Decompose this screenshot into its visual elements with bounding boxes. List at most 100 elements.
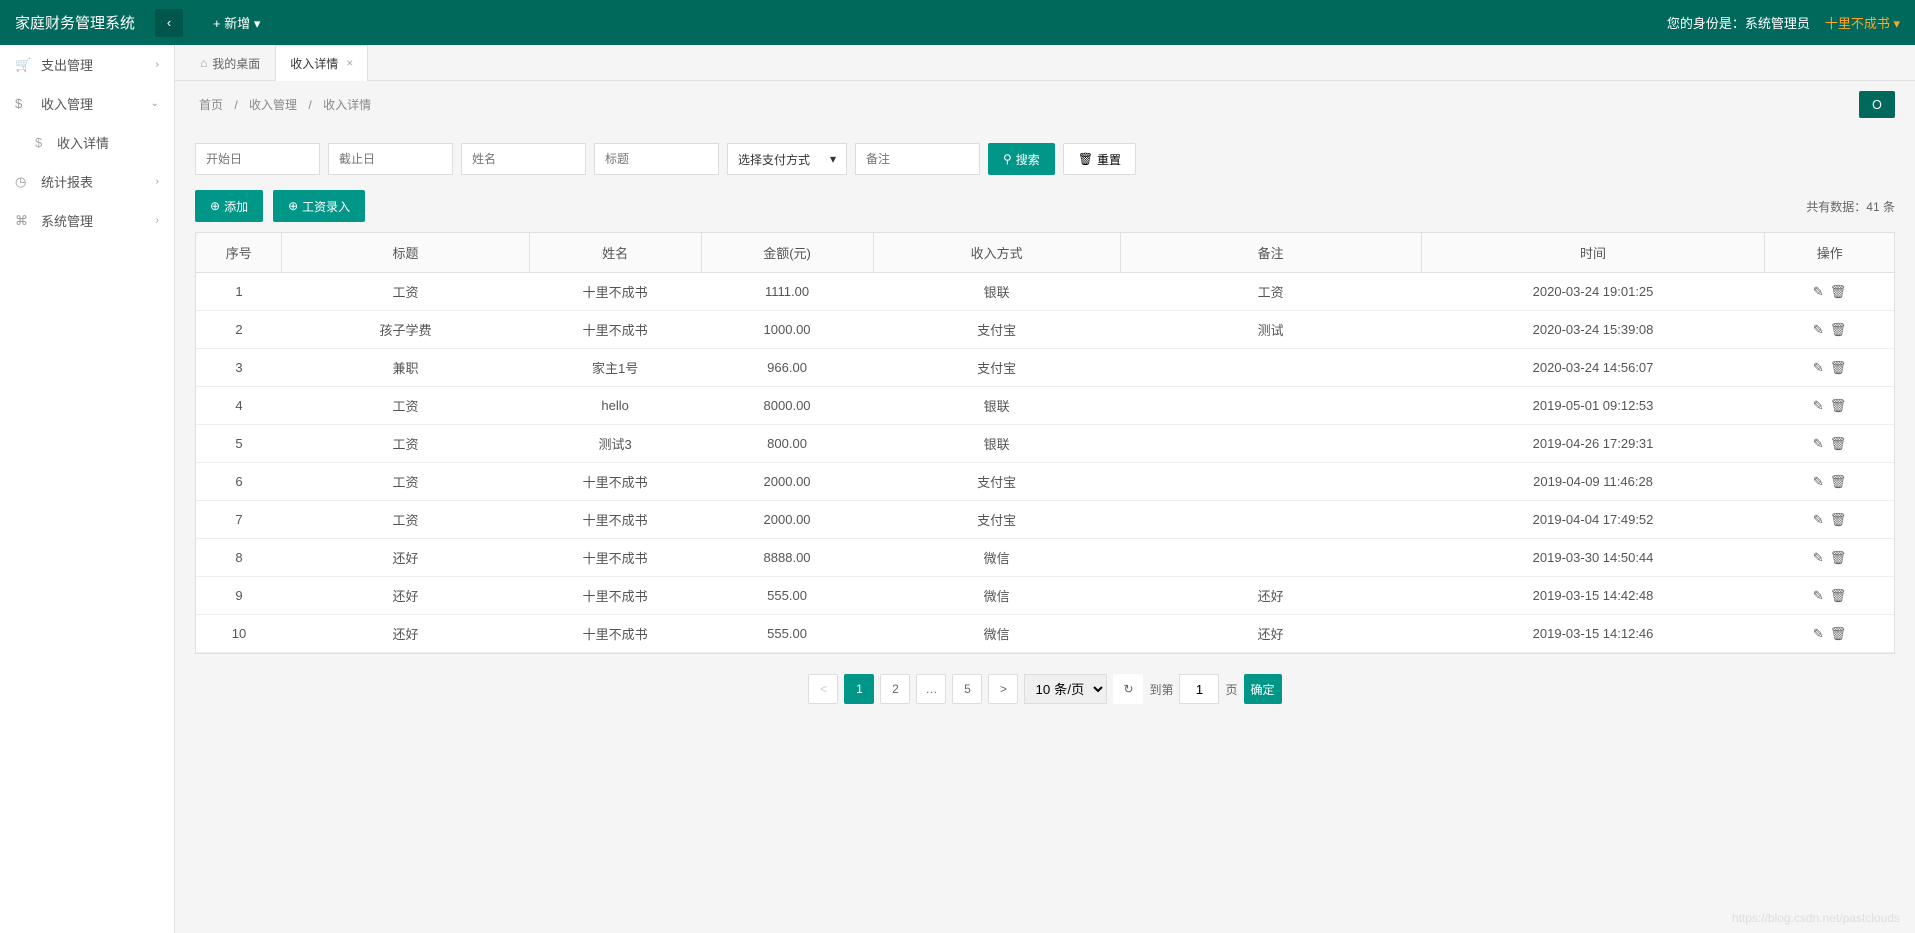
table-cell: 十里不成书 <box>529 615 701 653</box>
table-row: 2孩子学费十里不成书1000.00支付宝测试2020-03-24 15:39:0… <box>196 311 1894 349</box>
breadcrumb-item[interactable]: 收入管理 <box>249 98 297 112</box>
page-…[interactable]: … <box>916 674 946 704</box>
table-cell: 2 <box>196 311 282 349</box>
table-cell: 还好 <box>1120 577 1421 615</box>
table-cell: 5 <box>196 425 282 463</box>
edit-icon[interactable]: ✎ <box>1813 550 1824 565</box>
table-cell: 2019-04-09 11:46:28 <box>1421 463 1765 501</box>
add-button[interactable]: ⊕添加 <box>195 190 263 222</box>
table-cell: 8 <box>196 539 282 577</box>
table-cell <box>1120 539 1421 577</box>
trash-icon: 🗑 <box>1078 152 1093 166</box>
sidebar-subitem-收入详情[interactable]: $收入详情 <box>0 123 174 162</box>
sidebar-item-统计报表[interactable]: ◷统计报表› <box>0 162 174 201</box>
filter-bar: 选择支付方式▾ ⚲搜索 🗑重置 <box>175 128 1915 180</box>
close-icon[interactable]: × <box>346 56 353 70</box>
sidebar-item-支出管理[interactable]: 🛒支出管理› <box>0 45 174 84</box>
page-5[interactable]: 5 <box>952 674 982 704</box>
user-dropdown[interactable]: 十里不成书 ▾ <box>1825 13 1900 32</box>
table-cell: 10 <box>196 615 282 653</box>
sidebar-item-收入管理[interactable]: $收入管理⌄ <box>0 84 174 123</box>
table-cell: 1111.00 <box>701 273 873 311</box>
reset-button[interactable]: 🗑重置 <box>1063 143 1136 175</box>
next-page[interactable]: > <box>988 674 1018 704</box>
note-input[interactable] <box>855 143 980 175</box>
table-cell: 555.00 <box>701 577 873 615</box>
delete-icon[interactable]: 🗑 <box>1830 322 1847 337</box>
salary-entry-button[interactable]: ⊕工资录入 <box>273 190 365 222</box>
add-new-dropdown[interactable]: + 新增 ▾ <box>213 13 260 32</box>
sidebar-toggle[interactable]: ‹ <box>155 9 183 37</box>
table-cell: 孩子学费 <box>282 311 529 349</box>
edit-icon[interactable]: ✎ <box>1813 284 1824 299</box>
column-header: 操作 <box>1765 233 1894 273</box>
name-input[interactable] <box>461 143 586 175</box>
column-header: 时间 <box>1421 233 1765 273</box>
delete-icon[interactable]: 🗑 <box>1830 284 1847 299</box>
title-input[interactable] <box>594 143 719 175</box>
sidebar-item-系统管理[interactable]: ⌘系统管理› <box>0 201 174 240</box>
table-cell: hello <box>529 387 701 425</box>
tabs: ⌂我的桌面收入详情× <box>175 45 1915 81</box>
breadcrumb-item[interactable]: 收入详情 <box>323 98 371 112</box>
edit-icon[interactable]: ✎ <box>1813 626 1824 641</box>
table-cell: 7 <box>196 501 282 539</box>
table-row: 10还好十里不成书555.00微信还好2019-03-15 14:12:46✎🗑 <box>196 615 1894 653</box>
search-button[interactable]: ⚲搜索 <box>988 143 1055 175</box>
page-2[interactable]: 2 <box>880 674 910 704</box>
table-cell: 工资 <box>282 273 529 311</box>
table-cell: 还好 <box>282 615 529 653</box>
menu-label: 支出管理 <box>41 55 156 74</box>
menu-icon: $ <box>15 96 31 111</box>
page-1[interactable]: 1 <box>844 674 874 704</box>
delete-icon[interactable]: 🗑 <box>1830 398 1847 413</box>
tab-收入详情[interactable]: 收入详情× <box>275 45 368 81</box>
table-cell: 4 <box>196 387 282 425</box>
tab-我的桌面[interactable]: ⌂我的桌面 <box>185 45 275 81</box>
table-cell: 工资 <box>282 387 529 425</box>
reload-icon[interactable]: ↻ <box>1113 674 1143 704</box>
end-date-input[interactable] <box>328 143 453 175</box>
delete-icon[interactable]: 🗑 <box>1830 512 1847 527</box>
delete-icon[interactable]: 🗑 <box>1830 626 1847 641</box>
table-cell: 十里不成书 <box>529 501 701 539</box>
prev-page[interactable]: < <box>808 674 838 704</box>
edit-icon[interactable]: ✎ <box>1813 398 1824 413</box>
goto-page-input[interactable] <box>1179 674 1219 704</box>
column-header: 备注 <box>1120 233 1421 273</box>
edit-icon[interactable]: ✎ <box>1813 436 1824 451</box>
menu-icon: ◷ <box>15 174 31 190</box>
table-cell: 6 <box>196 463 282 501</box>
pay-method-select[interactable]: 选择支付方式▾ <box>727 143 847 175</box>
delete-icon[interactable]: 🗑 <box>1830 436 1847 451</box>
total-count: 共有数据：41 条 <box>1806 198 1895 215</box>
table-cell: 还好 <box>1120 615 1421 653</box>
table-row: 8还好十里不成书8888.00微信2019-03-30 14:50:44✎🗑 <box>196 539 1894 577</box>
delete-icon[interactable]: 🗑 <box>1830 588 1847 603</box>
edit-icon[interactable]: ✎ <box>1813 322 1824 337</box>
table-cell: 2019-04-26 17:29:31 <box>1421 425 1765 463</box>
table-cell <box>1120 349 1421 387</box>
edit-icon[interactable]: ✎ <box>1813 360 1824 375</box>
table-cell <box>1120 387 1421 425</box>
delete-icon[interactable]: 🗑 <box>1830 474 1847 489</box>
start-date-input[interactable] <box>195 143 320 175</box>
edit-icon[interactable]: ✎ <box>1813 512 1824 527</box>
header: 家庭财务管理系统 ‹ + 新增 ▾ 您的身份是：系统管理员 十里不成书 ▾ <box>0 0 1915 45</box>
edit-icon[interactable]: ✎ <box>1813 588 1824 603</box>
delete-icon[interactable]: 🗑 <box>1830 360 1847 375</box>
table-cell: 支付宝 <box>873 349 1120 387</box>
chevron-down-icon: ▾ <box>830 152 836 166</box>
chevron-icon: › <box>156 215 159 226</box>
table-cell: 2019-03-15 14:12:46 <box>1421 615 1765 653</box>
chevron-icon: › <box>156 176 159 187</box>
refresh-button[interactable]: Ｏ <box>1859 91 1895 118</box>
page-size-select[interactable]: 10 条/页 <box>1024 674 1107 704</box>
menu-icon: ⌘ <box>15 213 31 229</box>
breadcrumb-item[interactable]: 首页 <box>199 98 223 112</box>
delete-icon[interactable]: 🗑 <box>1830 550 1847 565</box>
menu-icon: $ <box>35 135 49 150</box>
pagination: <12…5>10 条/页↻到第页确定 <box>175 654 1915 724</box>
edit-icon[interactable]: ✎ <box>1813 474 1824 489</box>
goto-confirm[interactable]: 确定 <box>1244 674 1282 704</box>
